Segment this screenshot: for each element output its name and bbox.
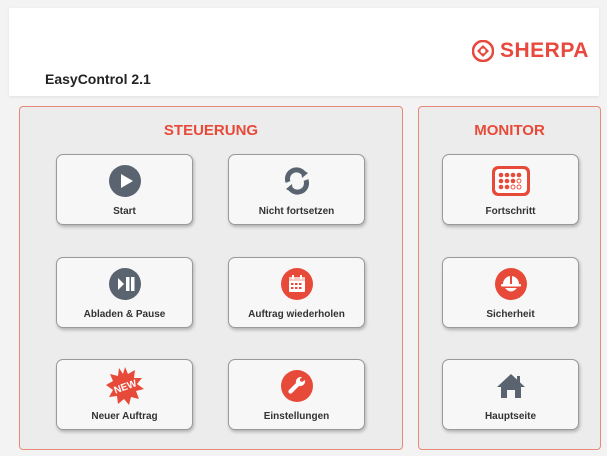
new-badge-icon: NEW bbox=[105, 367, 144, 405]
sherpa-logo: SHERPA bbox=[472, 38, 589, 64]
nicht-fortsetzen-label: Nicht fortsetzen bbox=[258, 206, 335, 217]
start-label: Start bbox=[113, 206, 136, 217]
neuer-auftrag-label: Neuer Auftrag bbox=[91, 411, 158, 422]
hauptseite-button[interactable]: Hauptseite bbox=[442, 359, 579, 430]
progress-grid-icon bbox=[491, 166, 530, 196]
sherpa-logo-icon bbox=[472, 40, 494, 62]
sicherheit-button[interactable]: Sicherheit bbox=[442, 257, 579, 328]
einstellungen-button[interactable]: Einstellungen bbox=[228, 359, 365, 430]
monitor-title: MONITOR bbox=[474, 122, 545, 139]
fortschritt-label: Fortschritt bbox=[485, 206, 536, 217]
auftrag-wiederholen-label: Auftrag wiederholen bbox=[248, 309, 345, 320]
steuerung-title: STEUERUNG bbox=[163, 122, 259, 139]
app-title: EasyControl 2.1 bbox=[45, 71, 151, 87]
start-button[interactable]: Start bbox=[56, 154, 193, 225]
sicherheit-label: Sicherheit bbox=[486, 309, 535, 320]
safety-helmet-icon bbox=[494, 268, 527, 300]
home-icon bbox=[496, 374, 525, 398]
einstellungen-label: Einstellungen bbox=[263, 411, 330, 422]
nicht-fortsetzen-button[interactable]: Nicht fortsetzen bbox=[228, 154, 365, 225]
steuerung-panel: STEUERUNG Start Nicht fortsetzen Abladen… bbox=[19, 106, 403, 450]
pause-icon bbox=[108, 268, 141, 300]
wrench-icon bbox=[280, 370, 313, 402]
logo-text: SHERPA bbox=[500, 39, 589, 62]
refresh-icon bbox=[284, 167, 309, 195]
abladen-pause-label: Abladen & Pause bbox=[83, 309, 166, 320]
monitor-panel: MONITOR Fortschritt Sicherheit Hauptseit… bbox=[418, 106, 601, 450]
abladen-pause-button[interactable]: Abladen & Pause bbox=[56, 257, 193, 328]
auftrag-wiederholen-button[interactable]: Auftrag wiederholen bbox=[228, 257, 365, 328]
calendar-icon bbox=[280, 268, 313, 300]
hauptseite-label: Hauptseite bbox=[484, 411, 537, 422]
neuer-auftrag-button[interactable]: NEW Neuer Auftrag bbox=[56, 359, 193, 430]
play-icon bbox=[108, 165, 141, 197]
header-bar: EasyControl 2.1 SHERPA bbox=[9, 8, 599, 96]
fortschritt-button[interactable]: Fortschritt bbox=[442, 154, 579, 225]
